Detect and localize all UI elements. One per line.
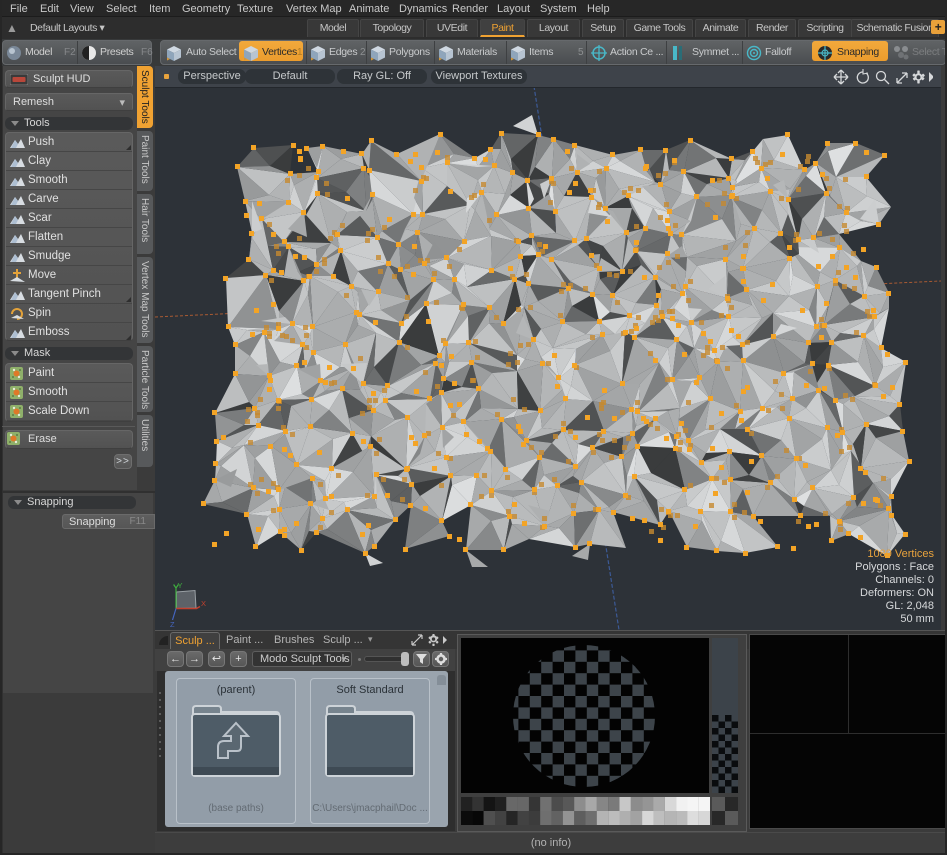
svg-text:X: X xyxy=(201,599,206,608)
svg-text:Y: Y xyxy=(178,582,183,590)
svg-text:Z: Z xyxy=(170,620,175,628)
